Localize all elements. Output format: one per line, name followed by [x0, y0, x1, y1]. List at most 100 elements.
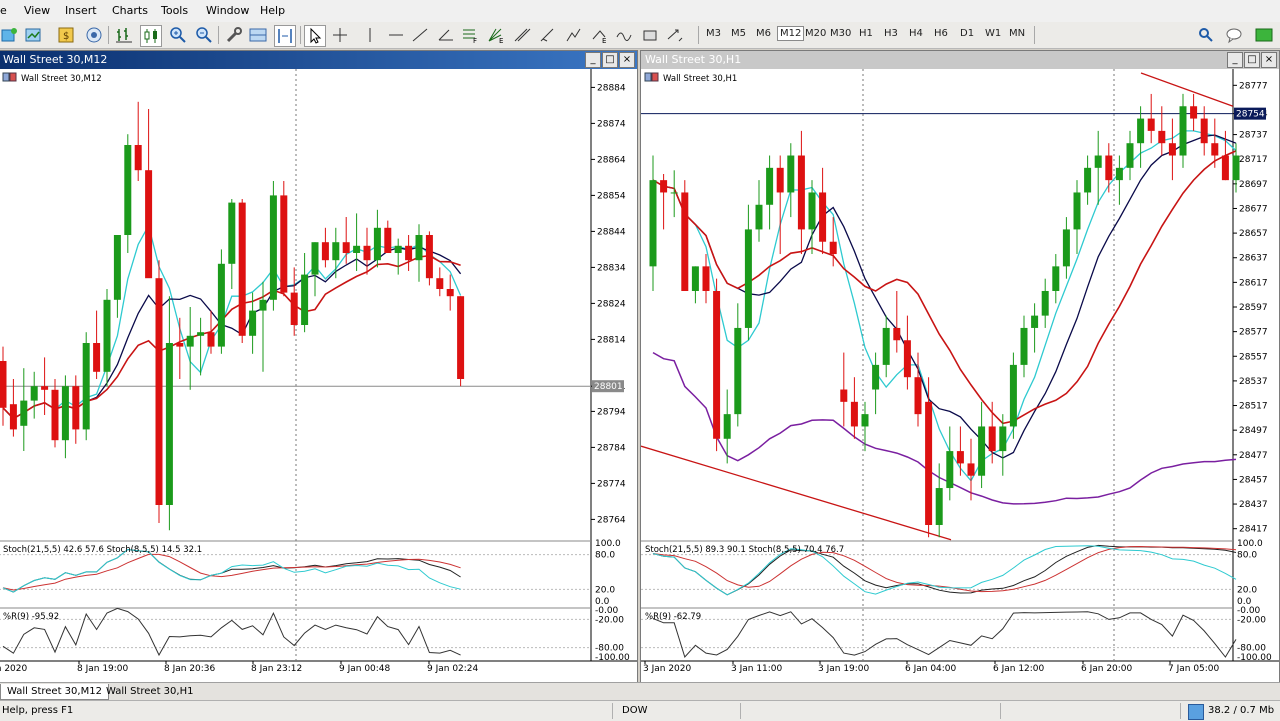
- fibonacci-icon[interactable]: F: [460, 25, 480, 45]
- minimize-button[interactable]: _: [1227, 52, 1243, 68]
- candle-body: [72, 386, 80, 430]
- time-label: 8 Jan 19:00: [77, 664, 129, 674]
- stoch-label: Stoch(21,5,5) 89.3 90.1 Stoch(8,5,5) 70.…: [645, 545, 844, 555]
- market-watch-icon[interactable]: $: [56, 25, 76, 45]
- tf-m5[interactable]: M5: [729, 27, 748, 40]
- candle-body: [384, 227, 392, 253]
- time-label: 9 Jan 02:24: [427, 664, 479, 674]
- candlestick-chart[interactable]: 28884 28874 28864 28854 28844 28834 28824 28814…: [0, 69, 637, 682]
- menu-charts[interactable]: Charts: [112, 4, 148, 17]
- rectangle-icon[interactable]: [640, 25, 660, 45]
- menu-insert[interactable]: Insert: [65, 4, 97, 17]
- trendline-icon[interactable]: [410, 25, 430, 45]
- candle-body: [956, 451, 964, 464]
- tf-mn[interactable]: MN: [1007, 27, 1027, 40]
- candle-body: [925, 401, 933, 525]
- menu-window[interactable]: Window: [206, 4, 249, 17]
- candle-body: [1168, 143, 1176, 156]
- vertical-line-icon[interactable]: [360, 25, 380, 45]
- text-icon[interactable]: E: [590, 25, 610, 45]
- stoch-tick-label: 20.0: [595, 585, 615, 595]
- wpr-label: %R(9) -95.92: [3, 612, 59, 622]
- menu-file[interactable]: e: [0, 4, 7, 17]
- channel-icon[interactable]: [436, 25, 456, 45]
- candle-body: [1062, 229, 1070, 267]
- status-traffic: 38.2 / 0.7 Mb: [1208, 705, 1275, 716]
- menu-bar: e View Insert Charts Tools Window Help: [0, 0, 1280, 23]
- tf-m20[interactable]: M20: [803, 27, 828, 40]
- candle-body: [1221, 155, 1229, 181]
- candle-chart-icon[interactable]: [140, 25, 162, 47]
- candle-body: [872, 364, 880, 390]
- zoom-in-icon[interactable]: [168, 25, 188, 45]
- gann-icon[interactable]: E: [486, 25, 506, 45]
- candle-body: [766, 167, 774, 205]
- price-tick-label: 28777: [1239, 81, 1268, 91]
- candlestick-chart[interactable]: 28777 28754 28737 28717 28697 28677 28657 28637…: [641, 69, 1279, 682]
- price-tick-label: 28437: [1239, 500, 1268, 510]
- label-icon[interactable]: [614, 25, 634, 45]
- chart-window-h1[interactable]: Wall Street 30,H1 _□× 287772875428737287…: [640, 50, 1280, 683]
- tf-h4[interactable]: H4: [907, 27, 925, 40]
- tf-w1[interactable]: W1: [983, 27, 1003, 40]
- chart-area[interactable]: 28777 28754 28737 28717 28697 28677 28657 28637…: [641, 69, 1279, 682]
- menu-help[interactable]: Help: [260, 4, 285, 17]
- candle-body: [1009, 364, 1017, 427]
- tf-m12[interactable]: M12: [777, 26, 805, 41]
- stoch-tick-label: 100.0: [595, 539, 621, 549]
- tf-m30[interactable]: M30: [828, 27, 853, 40]
- arrow-icon[interactable]: [664, 25, 684, 45]
- tab-wall-street-m12[interactable]: Wall Street 30,M12: [0, 684, 109, 700]
- tf-d1[interactable]: D1: [958, 27, 976, 40]
- tf-h1[interactable]: H1: [857, 27, 875, 40]
- tf-h3[interactable]: H3: [882, 27, 900, 40]
- minimize-button[interactable]: _: [585, 52, 601, 68]
- cursor-icon[interactable]: [304, 25, 326, 47]
- new-chart-icon[interactable]: [0, 25, 20, 45]
- tf-h6[interactable]: H6: [932, 27, 950, 40]
- candle-body: [1126, 143, 1134, 168]
- maximize-button[interactable]: □: [1244, 52, 1260, 68]
- chart-shift-icon[interactable]: [274, 25, 296, 47]
- price-tick-label: 28874: [597, 119, 626, 129]
- maximize-button[interactable]: □: [602, 52, 618, 68]
- pitchfork-icon[interactable]: [512, 25, 532, 45]
- navigator-icon[interactable]: [84, 25, 104, 45]
- chart-symbol-label: Wall Street 30,M12: [21, 74, 102, 84]
- close-button[interactable]: ×: [619, 52, 635, 68]
- window-titlebar[interactable]: Wall Street 30,H1 _ □ ×: [641, 51, 1279, 69]
- chart-window-m12[interactable]: Wall Street 30,M12 _ □ × 28884 28874 28864 28…: [0, 50, 638, 683]
- window-titlebar[interactable]: Wall Street 30,M12 _ □ ×: [0, 51, 637, 69]
- candle-body: [649, 180, 657, 267]
- tools-icon[interactable]: [224, 25, 244, 45]
- tab-wall-street-h1[interactable]: Wall Street 30,H1: [100, 684, 199, 699]
- menu-tools[interactable]: Tools: [161, 4, 188, 17]
- profiles-icon[interactable]: [24, 25, 44, 45]
- close-button[interactable]: ×: [1261, 52, 1277, 68]
- time-label: 8 Jan 20:36: [164, 664, 216, 674]
- tf-m6[interactable]: M6: [754, 27, 773, 40]
- candle-body: [978, 426, 986, 476]
- chart-tabs: Wall Street 30,M12 Wall Street 30,H1: [0, 682, 1280, 700]
- wpr-tick-label: -20.00: [595, 615, 624, 625]
- zoom-out-icon[interactable]: [194, 25, 214, 45]
- elliott-icon[interactable]: [564, 25, 584, 45]
- crosshair-icon[interactable]: [330, 25, 350, 45]
- candle-body: [744, 229, 752, 328]
- mail-icon[interactable]: [1254, 25, 1274, 45]
- window-title: Wall Street 30,M12: [3, 53, 108, 66]
- connection-icon: [1188, 704, 1204, 720]
- horizontal-line-icon[interactable]: [386, 25, 406, 45]
- menu-view[interactable]: View: [24, 4, 50, 17]
- tile-icon[interactable]: [248, 25, 268, 45]
- chart-area[interactable]: 28884 28874 28864 28854 28844 28834 28824 28814…: [0, 69, 637, 682]
- search-icon[interactable]: [1196, 25, 1216, 45]
- tf-m3[interactable]: M3: [704, 27, 723, 40]
- price-tick-label: 28457: [1239, 475, 1268, 485]
- time-label: 3 Jan 19:00: [818, 664, 870, 674]
- cycle-icon[interactable]: [538, 25, 558, 45]
- chat-icon[interactable]: [1224, 25, 1244, 45]
- svg-text:E: E: [602, 37, 606, 45]
- candle-body: [186, 335, 194, 347]
- bar-chart-icon[interactable]: [114, 25, 134, 45]
